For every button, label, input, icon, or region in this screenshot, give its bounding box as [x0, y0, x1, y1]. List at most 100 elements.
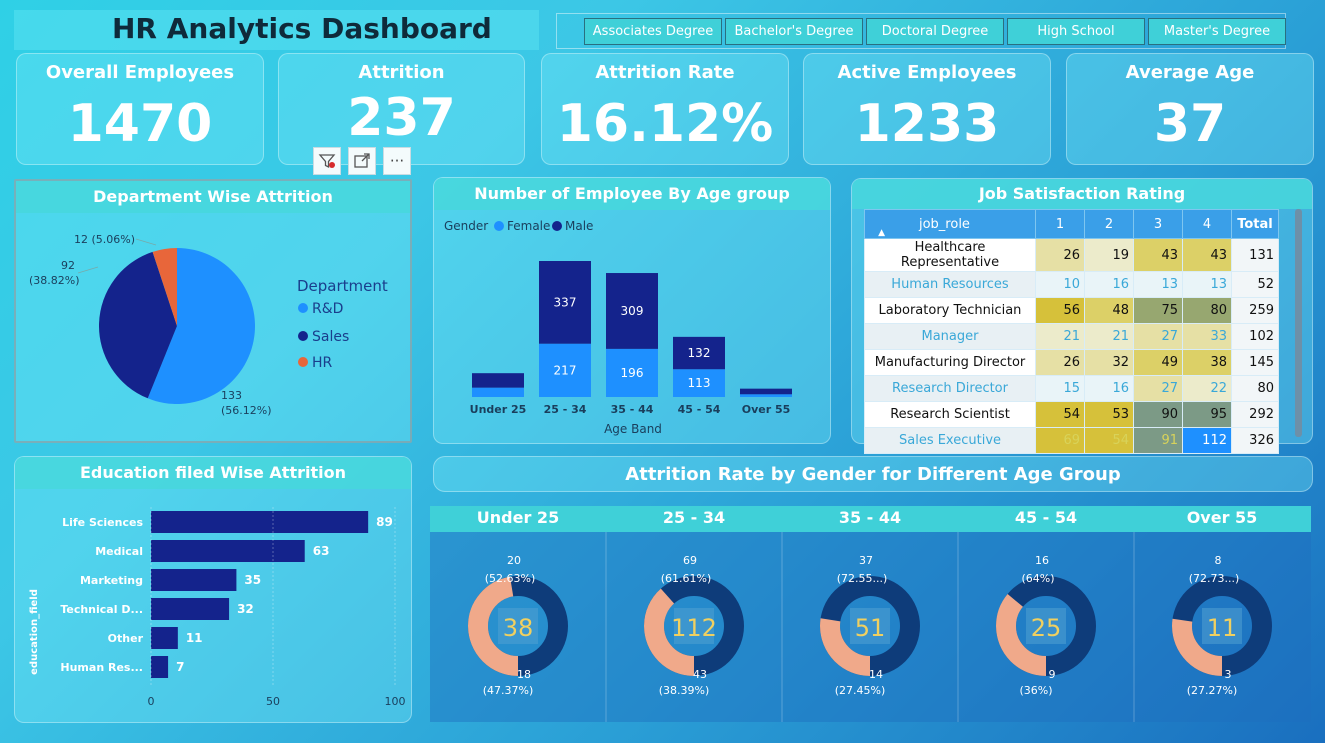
- rating-cell: 90: [1133, 401, 1183, 428]
- gender-age-title-box: Attrition Rate by Gender for Different A…: [433, 456, 1313, 492]
- x-tick-label: Under 25: [470, 403, 527, 416]
- column-header-total[interactable]: Total: [1231, 209, 1279, 239]
- rating-cell: 26: [1035, 238, 1085, 272]
- rating-cell: 21: [1084, 323, 1134, 350]
- table-row[interactable]: Manufacturing Director 26 32 49 38 145: [864, 349, 1279, 376]
- job-role-cell: Healthcare Representative: [864, 238, 1036, 272]
- kpi-label: Attrition Rate: [595, 62, 735, 83]
- legend-rd: R&D: [312, 301, 343, 317]
- donut-total: 38: [503, 614, 534, 642]
- value-label: 35: [244, 573, 261, 587]
- focus-mode-icon[interactable]: [348, 147, 376, 175]
- donut-total: 112: [671, 614, 717, 642]
- rating-cell: 38: [1182, 349, 1232, 376]
- pie-label-rd-value: 133: [221, 389, 242, 402]
- rating-cell: 69: [1035, 427, 1085, 454]
- column-header-job-role[interactable]: job_role ▲: [864, 209, 1036, 239]
- data-label: 132: [688, 346, 711, 360]
- job-role-cell: Sales Executive: [864, 427, 1036, 454]
- rating-cell: 49: [1133, 349, 1183, 376]
- kpi-value: 16.12%: [556, 94, 774, 154]
- donut-bottom-value: 9: [1049, 668, 1056, 681]
- data-label: 217: [554, 363, 577, 377]
- table-row[interactable]: Laboratory Technician 56 48 75 80 259: [864, 297, 1279, 324]
- slicer-option-bachelors[interactable]: Bachelor's Degree: [725, 18, 863, 45]
- slicer-option-doctoral[interactable]: Doctoral Degree: [866, 18, 1004, 45]
- rating-cell: 95: [1182, 401, 1232, 428]
- donut-bottom-value: 14: [869, 668, 883, 681]
- column-header[interactable]: 3: [1133, 209, 1183, 239]
- rating-cell: 43: [1133, 238, 1183, 272]
- donut-bottom-value: 18: [517, 668, 531, 681]
- table-row[interactable]: Manager 21 21 27 33 102: [864, 323, 1279, 350]
- pie-label-hr: 12 (5.06%): [74, 233, 135, 246]
- rating-cell: 27: [1133, 323, 1183, 350]
- category-label: Human Res...: [60, 661, 143, 674]
- edu-bar: [151, 627, 178, 649]
- column-header[interactable]: 2: [1084, 209, 1134, 239]
- slicer-option-masters[interactable]: Master's Degree: [1148, 18, 1286, 45]
- dashboard-title: HR Analytics Dashboard: [112, 12, 492, 45]
- rating-cell: 91: [1133, 427, 1183, 454]
- data-label: 309: [621, 304, 644, 318]
- age-group-header-strip: Under 25 25 - 34 35 - 44 45 - 54 Over 55: [430, 506, 1311, 532]
- kpi-label: Attrition: [358, 62, 445, 83]
- column-header[interactable]: 1: [1035, 209, 1085, 239]
- donut-top-value: 69: [683, 554, 697, 567]
- rating-cell: 48: [1084, 297, 1134, 324]
- legend-hr: HR: [312, 355, 333, 371]
- total-cell: 145: [1231, 349, 1279, 376]
- sort-icon: ▲: [878, 227, 885, 238]
- rating-cell: 22: [1182, 375, 1232, 402]
- kpi-label: Overall Employees: [45, 62, 235, 83]
- age-group-label: 35 - 44: [838, 508, 902, 527]
- age-bars: Under 25 25 - 34 35 - 44 45 - 54 Over 55 217 3…: [470, 261, 792, 416]
- data-label: 337: [554, 295, 577, 309]
- table-row[interactable]: Research Scientist 54 53 90 95 292: [864, 401, 1279, 428]
- rating-cell: 16: [1084, 375, 1134, 402]
- category-label: Technical D...: [60, 603, 143, 616]
- x-tick-label: 50: [266, 695, 280, 708]
- rating-cell: 13: [1182, 271, 1232, 298]
- rating-cell: 27: [1133, 375, 1183, 402]
- y-axis-label: education_field: [29, 589, 40, 675]
- pie-group: [99, 248, 256, 404]
- data-label: 113: [688, 376, 711, 390]
- column-header[interactable]: 4: [1182, 209, 1232, 239]
- total-cell: 326: [1231, 427, 1279, 454]
- kpi-label: Average Age: [1125, 62, 1255, 83]
- donut-top-value: 16: [1035, 554, 1049, 567]
- age-group-label: 45 - 54: [1014, 508, 1078, 527]
- slicer-option-associates[interactable]: Associates Degree: [584, 18, 722, 45]
- education-attrition-panel: Education filed Wise Attrition education…: [14, 456, 412, 723]
- bar-male: [740, 388, 792, 395]
- pie-label-sales-value: 92: [61, 259, 75, 272]
- x-tick-label: 25 - 34: [544, 403, 587, 416]
- more-options-icon[interactable]: ···: [383, 147, 411, 175]
- donut-bottom-pct: (27.45%): [835, 684, 886, 697]
- table-scrollbar[interactable]: [1295, 209, 1302, 437]
- donut-top-pct: (52.63%): [485, 572, 536, 585]
- legend-male: Male: [565, 219, 593, 233]
- kpi-value: 237: [347, 88, 456, 148]
- bar-female: [740, 394, 792, 397]
- legend-title: Gender: [444, 219, 488, 233]
- total-cell: 259: [1231, 297, 1279, 324]
- filter-icon[interactable]: [313, 147, 341, 175]
- donut-bottom-pct: (36%): [1019, 684, 1052, 697]
- table-row[interactable]: Healthcare Representative 26 19 43 43 131: [864, 238, 1279, 272]
- rating-cell: 32: [1084, 349, 1134, 376]
- gender-donuts: 3820(52.63%)18(47.37%)11269(61.61%)43(38…: [468, 532, 1272, 722]
- donut-total: 11: [1207, 614, 1238, 642]
- rating-cell: 54: [1035, 401, 1085, 428]
- table-row[interactable]: Research Director 15 16 27 22 80: [864, 375, 1279, 402]
- donut-top-pct: (72.55...): [837, 572, 888, 585]
- legend-female: Female: [507, 219, 550, 233]
- age-group-label: Under 25: [476, 508, 560, 527]
- kpi-value: 37: [1153, 94, 1227, 154]
- slicer-option-high-school[interactable]: High School: [1007, 18, 1145, 45]
- department-attrition-panel[interactable]: Department Wise Attrition 12 (5.06%) 92 …: [14, 179, 412, 443]
- table-row[interactable]: Human Resources 10 16 13 13 52: [864, 271, 1279, 298]
- table-row[interactable]: Sales Executive 69 54 91 112 326: [864, 427, 1279, 454]
- rating-cell: 80: [1182, 297, 1232, 324]
